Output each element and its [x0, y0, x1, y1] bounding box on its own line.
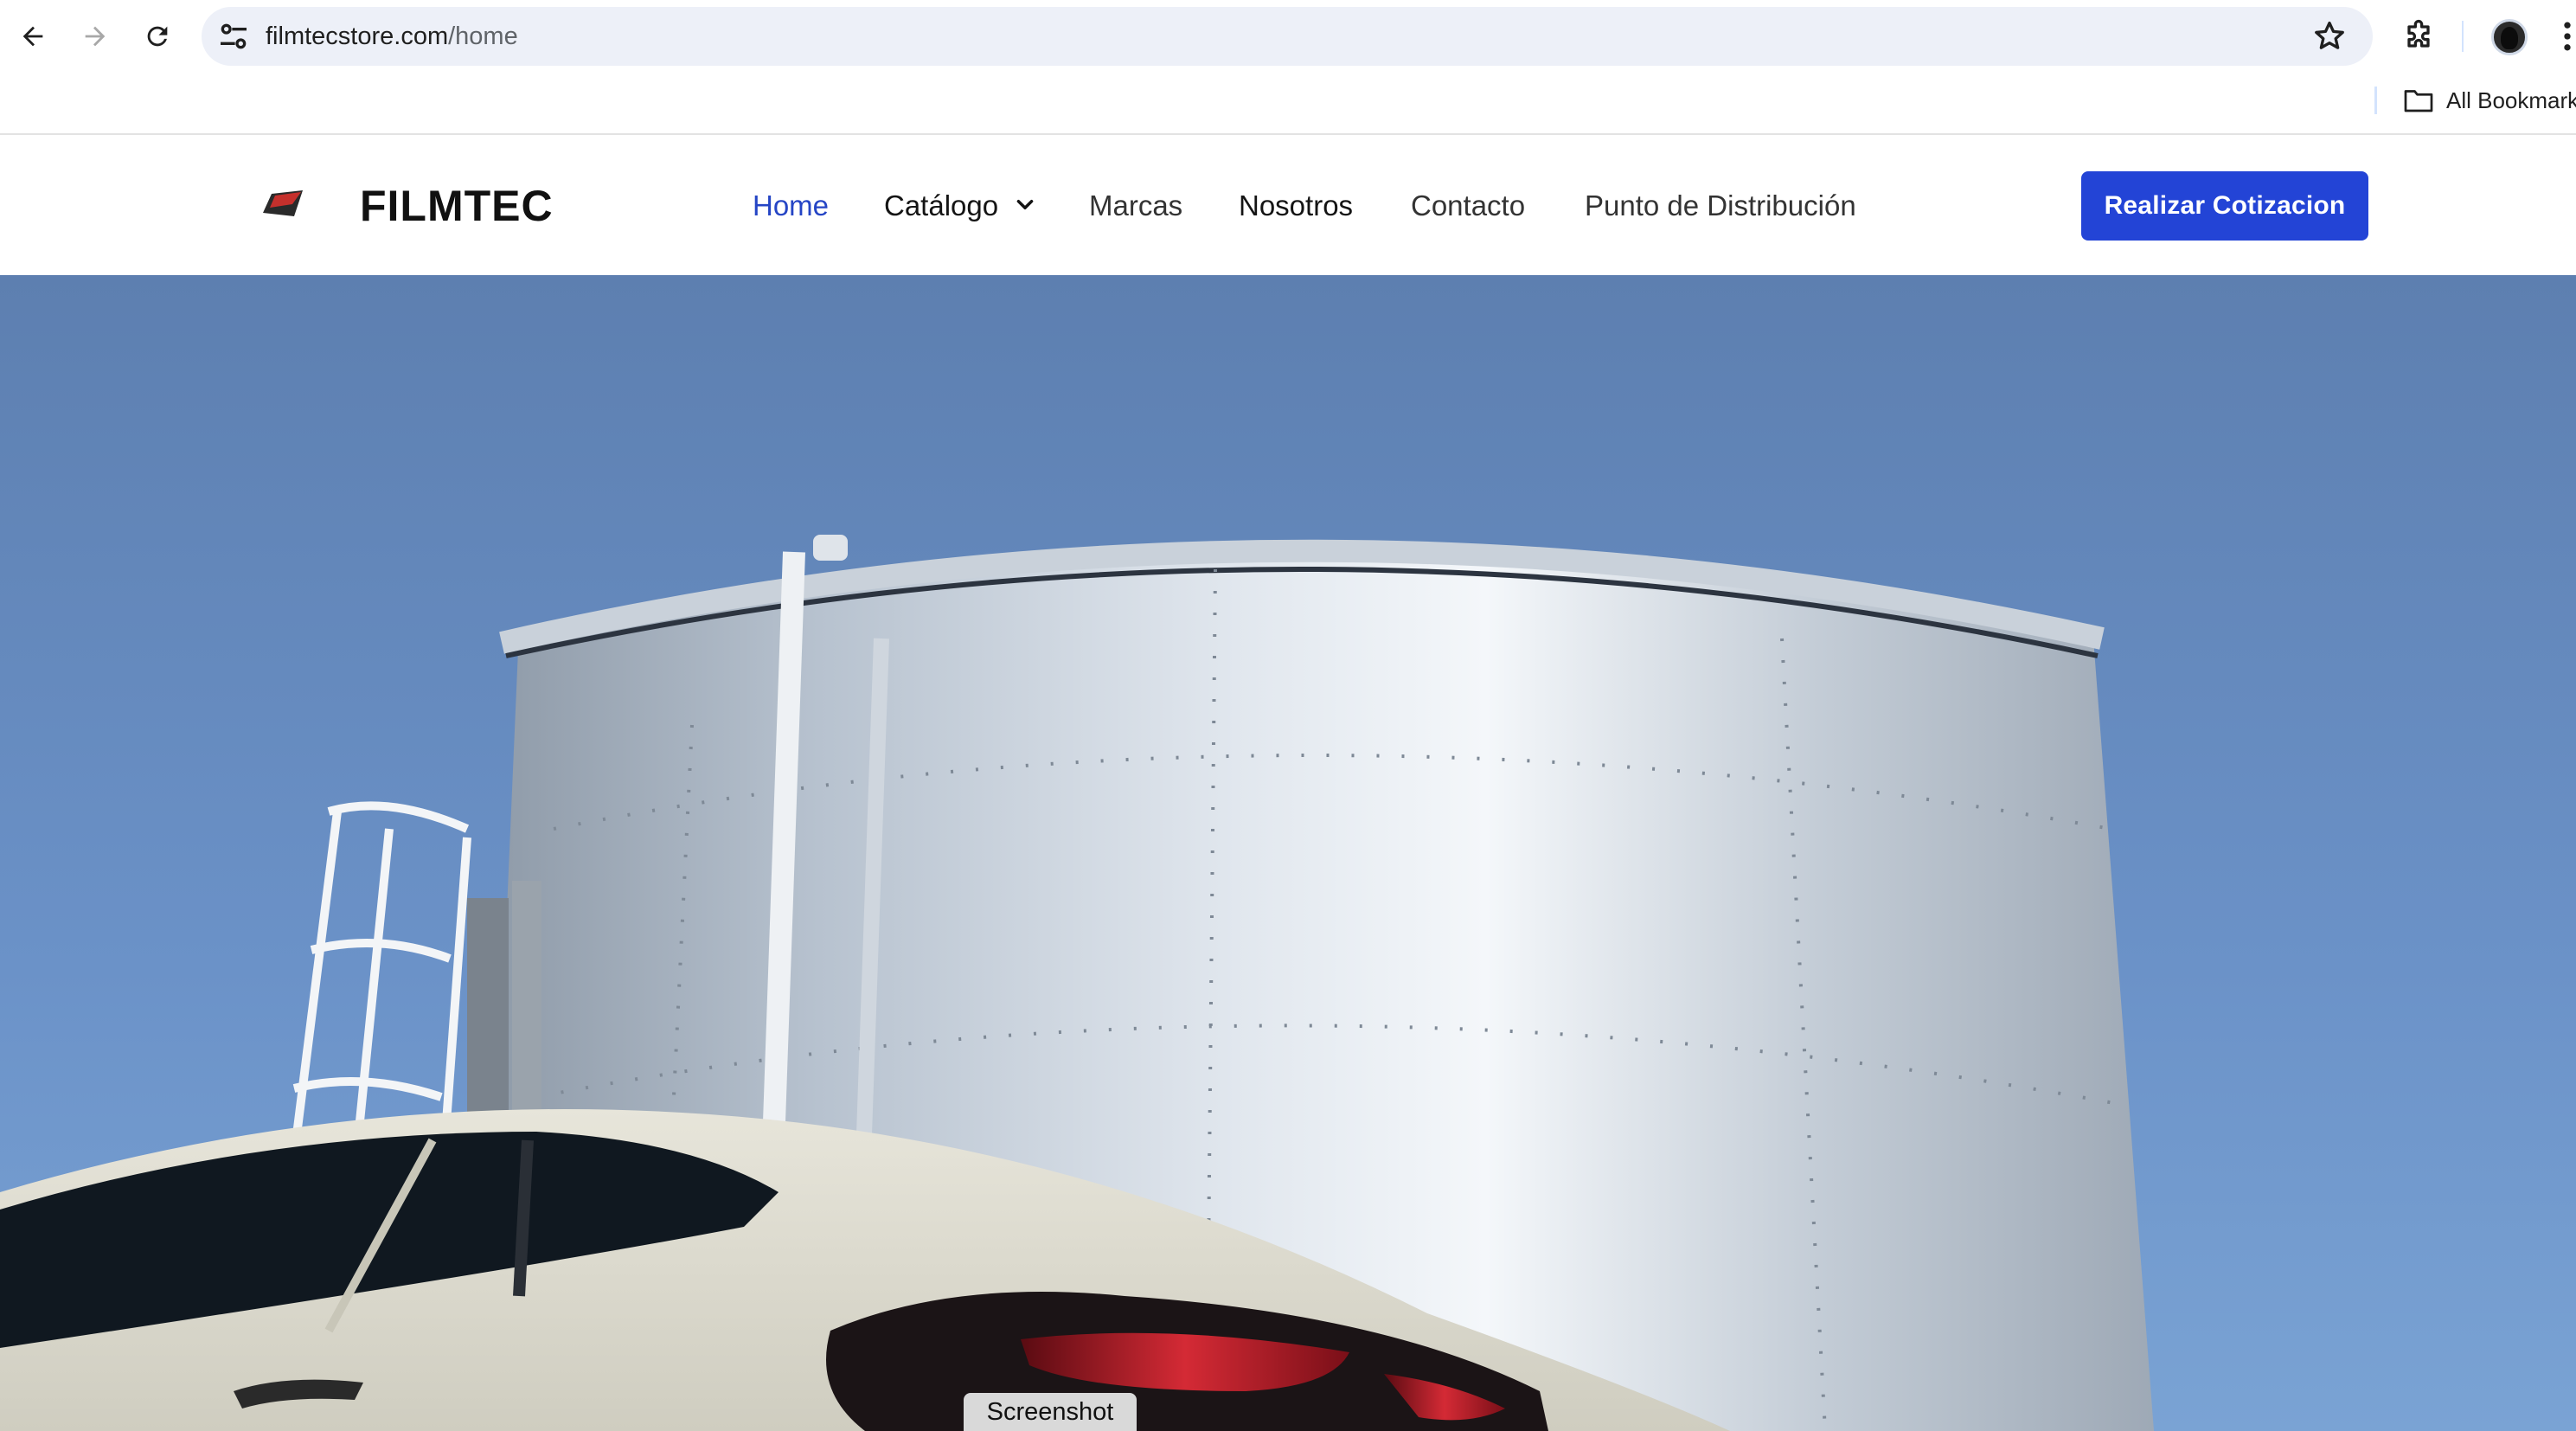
arrow-left-icon [22, 26, 43, 47]
nav-nosotros[interactable]: Nosotros [1239, 189, 1353, 223]
url-text[interactable]: filmtecstore.com/home [266, 0, 518, 73]
nav-catalogo[interactable]: Catálogo [884, 189, 998, 223]
brand-name[interactable]: FILMTEC [360, 182, 554, 230]
nav-marcas[interactable]: Marcas [1089, 189, 1182, 223]
all-bookmarks-link[interactable]: All Bookmark [2446, 85, 2576, 116]
reload-button[interactable] [137, 16, 178, 57]
nav-contacto[interactable]: Contacto [1411, 189, 1525, 223]
bookmarks-divider [2374, 87, 2377, 114]
profile-avatar[interactable] [2491, 19, 2528, 55]
hero-banner [0, 275, 2576, 1431]
reload-icon [147, 26, 168, 47]
url-path: /home [448, 22, 518, 50]
address-bar[interactable] [202, 7, 2373, 66]
filmtec-logo-icon[interactable] [263, 190, 303, 216]
hero-image [0, 275, 2576, 1431]
tune-icon[interactable] [216, 19, 251, 54]
nav-punto-distribucion[interactable]: Punto de Distribución [1585, 189, 1856, 223]
browser-toolbar: filmtecstore.com/home All Bookmark [0, 0, 2576, 135]
folder-icon [2404, 90, 2433, 112]
chevron-down-icon[interactable] [1014, 194, 1036, 216]
puzzle-icon[interactable] [2400, 17, 2438, 55]
arrow-right-icon [85, 26, 106, 47]
url-host: filmtecstore.com [266, 22, 449, 50]
toolbar-divider [2462, 21, 2464, 52]
nav-home[interactable]: Home [753, 189, 829, 223]
screenshot-tooltip: Screenshot [964, 1393, 1137, 1431]
request-quote-button[interactable]: Realizar Cotizacion [2081, 171, 2368, 241]
site-header: FILMTEC Home Catálogo Marcas Nosotros Co… [0, 137, 2576, 275]
forward-button[interactable] [74, 16, 116, 57]
back-button[interactable] [12, 16, 54, 57]
star-icon[interactable] [2311, 18, 2348, 55]
kebab-menu-icon[interactable] [2559, 17, 2576, 55]
